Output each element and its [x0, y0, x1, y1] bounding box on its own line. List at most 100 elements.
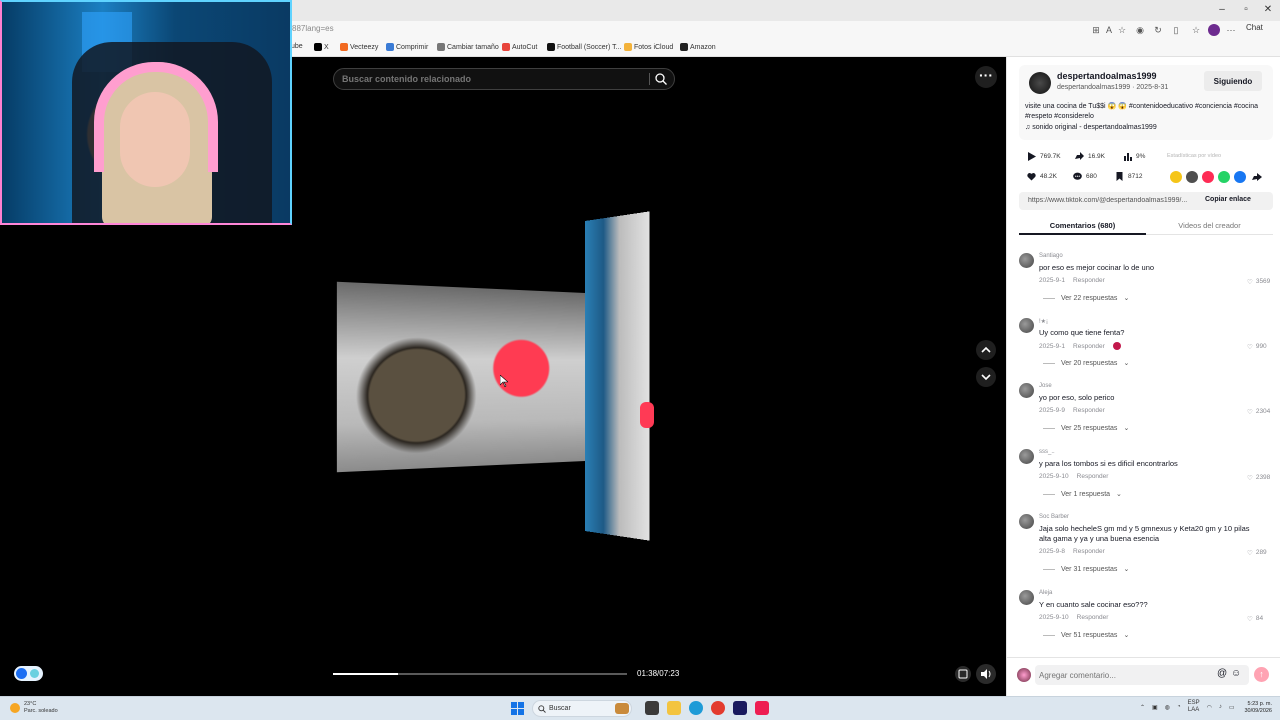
start-button[interactable] [511, 702, 524, 715]
commenter-name[interactable]: Jose [1039, 383, 1052, 389]
url-text[interactable]: 887lang=es [292, 24, 334, 33]
tray-app-icon[interactable]: ▣ [1152, 704, 1158, 711]
commenter-name[interactable]: !★¡ [1039, 318, 1048, 325]
commenter-avatar[interactable] [1019, 318, 1034, 333]
premiere-icon[interactable] [733, 701, 747, 715]
weather-widget[interactable]: 23°C Parc. soleado [10, 701, 58, 715]
extension-icon[interactable]: ◉ [1134, 24, 1146, 36]
whatsapp-share-icon[interactable] [1218, 171, 1230, 183]
bookmark-item[interactable]: X [314, 43, 329, 51]
likes-stat[interactable]: 48.2K [1027, 172, 1057, 181]
language-indicator[interactable]: ESP LAA [1188, 700, 1200, 714]
share-link-text[interactable]: https://www.tiktok.com/@despertandoalmas… [1028, 197, 1198, 204]
user-avatar[interactable] [1017, 668, 1031, 682]
comment-like[interactable]: ♡ 2304 [1247, 408, 1270, 416]
chevron-up-icon[interactable]: ⌃ [1140, 704, 1145, 711]
view-replies-button[interactable]: Ver 22 respuestas ⌄ [1043, 294, 1129, 302]
related-search-box[interactable] [333, 68, 675, 90]
taskbar-clock[interactable]: 5:23 p. m. 30/09/2026 [1236, 701, 1272, 715]
tray-app-icon[interactable]: ◔ [1177, 704, 1181, 710]
view-replies-button[interactable]: Ver 20 respuestas ⌄ [1043, 359, 1129, 367]
tiktok-icon[interactable] [755, 701, 769, 715]
next-video-button[interactable] [976, 367, 996, 387]
commenter-avatar[interactable] [1019, 590, 1034, 605]
tab-comments[interactable]: Comentarios (680) [1019, 221, 1146, 230]
view-replies-button[interactable]: Ver 51 respuestas ⌄ [1043, 631, 1129, 639]
tray-app-icon[interactable]: ◍ [1165, 704, 1170, 711]
task-view-icon[interactable] [645, 701, 659, 715]
reply-button[interactable]: Responder [1077, 614, 1109, 621]
bookmark-item[interactable]: Amazon [680, 43, 716, 51]
read-aloud-icon[interactable]: A [1103, 24, 1115, 36]
bookmark-item[interactable]: AutoCut [502, 43, 537, 51]
edge-browser-icon[interactable] [689, 701, 703, 715]
commenter-name[interactable]: Santiago [1039, 253, 1063, 259]
post-sound[interactable]: ♫ sonido original - despertandoalmas1999 [1025, 124, 1157, 131]
split-screen-icon[interactable]: ▯ [1170, 24, 1182, 36]
commenter-name[interactable]: sss_.. [1039, 449, 1055, 455]
comment-like[interactable]: ♡ 2398 [1247, 474, 1270, 482]
commenter-avatar[interactable] [1019, 383, 1034, 398]
close-button[interactable]: ✕ [1258, 3, 1278, 17]
bookmark-item[interactable]: Comprimir [386, 43, 428, 51]
following-button[interactable]: Siguiendo [1204, 71, 1262, 91]
view-replies-button[interactable]: Ver 1 respuesta ⌄ [1043, 490, 1122, 498]
reply-button[interactable]: Responder [1077, 473, 1109, 480]
reply-button[interactable]: Responder [1073, 343, 1105, 350]
view-replies-button[interactable]: Ver 31 respuestas ⌄ [1043, 565, 1129, 573]
taskbar-search[interactable]: Buscar [532, 700, 632, 717]
reply-button[interactable]: Responder [1073, 277, 1105, 284]
apps-icon[interactable]: ⊞ [1090, 24, 1102, 36]
creator-username[interactable]: despertandoalmas1999 [1057, 71, 1157, 81]
speaker-icon[interactable]: ♪ [1219, 704, 1222, 710]
video-progress-bar[interactable] [333, 673, 627, 675]
code-share-icon[interactable] [1186, 171, 1198, 183]
facebook-share-icon[interactable] [1234, 171, 1246, 183]
chrome-icon[interactable] [711, 701, 725, 715]
bookmark-item[interactable]: Cambiar tamaño [437, 43, 499, 51]
stats-label[interactable]: Estadísticas por vídeo [1167, 153, 1221, 159]
search-icon[interactable] [654, 72, 668, 86]
copilot-chat-button[interactable]: Chat [1246, 23, 1263, 32]
more-menu-icon[interactable]: ⋯ [1225, 24, 1237, 36]
maximize-button[interactable]: ▫ [1236, 3, 1256, 17]
comment-like[interactable]: ♡ 990 [1247, 343, 1267, 351]
commenter-avatar[interactable] [1019, 449, 1034, 464]
more-options-button[interactable]: ··· [975, 66, 997, 88]
previous-video-button[interactable] [976, 340, 996, 360]
mention-icon[interactable]: @ [1217, 668, 1227, 679]
wifi-icon[interactable]: ◠ [1207, 704, 1212, 711]
favorite-star-icon[interactable]: ☆ [1116, 24, 1128, 36]
reply-button[interactable]: Responder [1073, 407, 1105, 414]
bookmark-item[interactable]: Fotos iCloud [624, 43, 673, 51]
copy-link-button[interactable]: Copiar enlace [1205, 196, 1251, 203]
commenter-avatar[interactable] [1019, 253, 1034, 268]
view-replies-button[interactable]: Ver 25 respuestas ⌄ [1043, 424, 1129, 432]
volume-button[interactable] [976, 664, 996, 684]
profile-avatar[interactable] [1208, 24, 1220, 36]
post-comment-button[interactable]: ↑ [1254, 667, 1269, 682]
embed-share-icon[interactable] [1170, 171, 1182, 183]
commenter-name[interactable]: Soc Barber [1039, 514, 1069, 520]
bookmark-item[interactable]: Football (Soccer) T... [547, 43, 621, 51]
bookmark-item[interactable]: ube [291, 43, 303, 50]
tab-creator-videos[interactable]: Videos del creador [1146, 221, 1273, 230]
saves-stat[interactable]: 8712 [1115, 172, 1142, 181]
comment-like[interactable]: ♡ 289 [1247, 549, 1267, 557]
battery-icon[interactable]: ▭ [1229, 704, 1235, 711]
comment-like[interactable]: ♡ 84 [1247, 615, 1263, 623]
creator-avatar[interactable] [1029, 72, 1051, 94]
commenter-name[interactable]: Aleja [1039, 590, 1052, 596]
favorites-icon[interactable]: ☆ [1190, 24, 1202, 36]
reply-button[interactable]: Responder [1073, 548, 1105, 555]
more-share-arrow-icon[interactable] [1250, 171, 1262, 183]
comment-like[interactable]: ♡ 3569 [1247, 278, 1270, 286]
refresh-icon[interactable]: ↻ [1152, 24, 1164, 36]
file-explorer-icon[interactable] [667, 701, 681, 715]
related-search-input[interactable] [334, 69, 644, 89]
autoscroll-toggle[interactable] [14, 666, 43, 681]
minimize-button[interactable]: – [1212, 3, 1232, 17]
captions-button[interactable] [955, 666, 971, 682]
bookmark-item[interactable]: Vecteezy [340, 43, 378, 51]
comments-stat[interactable]: 680 [1073, 172, 1097, 181]
